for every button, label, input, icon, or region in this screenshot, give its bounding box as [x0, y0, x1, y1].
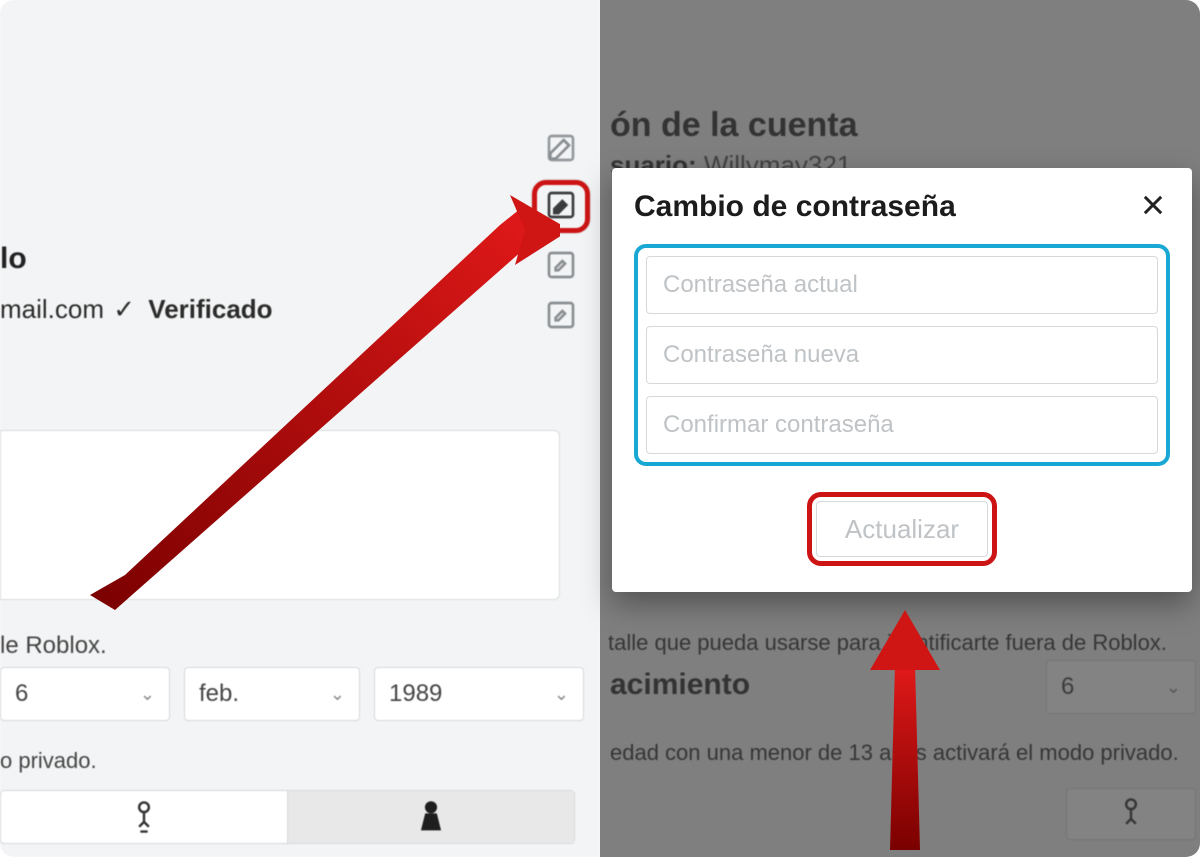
- private-mode-note-fragment: o privado.: [0, 748, 97, 774]
- left-settings-panel: lo mail.com ✓ Verificado le Roblox.: [0, 0, 600, 857]
- new-password-input[interactable]: Contraseña nueva: [646, 326, 1158, 384]
- annotation-inputs-highlight: Contraseña actual Contraseña nueva Confi…: [634, 244, 1170, 466]
- edit-icon[interactable]: [543, 130, 579, 166]
- placeholder-text: Confirmar contraseña: [663, 411, 894, 439]
- email-fragment: mail.com: [0, 294, 104, 324]
- annotation-highlight-box: [532, 180, 590, 233]
- close-icon: [1139, 191, 1167, 224]
- dob-day-value: 6: [15, 680, 28, 708]
- close-button[interactable]: [1136, 190, 1170, 224]
- gender-selector: [0, 790, 575, 844]
- description-textarea[interactable]: [0, 430, 560, 600]
- dob-month-select[interactable]: feb. ⌄: [184, 667, 360, 721]
- email-verified-row: mail.com ✓ Verificado: [0, 294, 273, 325]
- placeholder-text: Contraseña actual: [663, 271, 858, 299]
- verified-label: Verificado: [148, 294, 272, 324]
- confirm-password-input[interactable]: Confirmar contraseña: [646, 396, 1158, 454]
- current-password-input[interactable]: Contraseña actual: [646, 256, 1158, 314]
- placeholder-text: Contraseña nueva: [663, 341, 859, 369]
- chevron-down-icon: ⌄: [140, 684, 155, 705]
- update-button[interactable]: Actualizar: [816, 501, 988, 557]
- dob-month-value: feb.: [199, 680, 239, 708]
- birthdate-row: 6 ⌄ feb. ⌄ 1989 ⌄: [0, 667, 584, 721]
- dob-day-select[interactable]: 6 ⌄: [0, 667, 170, 721]
- change-password-modal: Cambio de contraseña Contraseña actual C…: [612, 168, 1192, 592]
- note-fragment: le Roblox.: [0, 632, 107, 660]
- edit-password-icon[interactable]: [543, 187, 579, 223]
- dob-year-value: 1989: [389, 680, 442, 708]
- heading-fragment: lo: [0, 242, 27, 276]
- edit-icon[interactable]: [543, 247, 579, 283]
- update-button-label: Actualizar: [845, 514, 959, 545]
- gender-male-option[interactable]: [1, 791, 287, 843]
- gender-female-option[interactable]: [287, 791, 574, 843]
- modal-title: Cambio de contraseña: [634, 190, 956, 224]
- chevron-down-icon: ⌄: [554, 684, 569, 705]
- edit-icon[interactable]: [543, 297, 579, 333]
- dob-year-select[interactable]: 1989 ⌄: [374, 667, 584, 721]
- annotation-highlight-box: Actualizar: [807, 492, 997, 566]
- chevron-down-icon: ⌄: [330, 684, 345, 705]
- check-icon: ✓: [113, 294, 135, 324]
